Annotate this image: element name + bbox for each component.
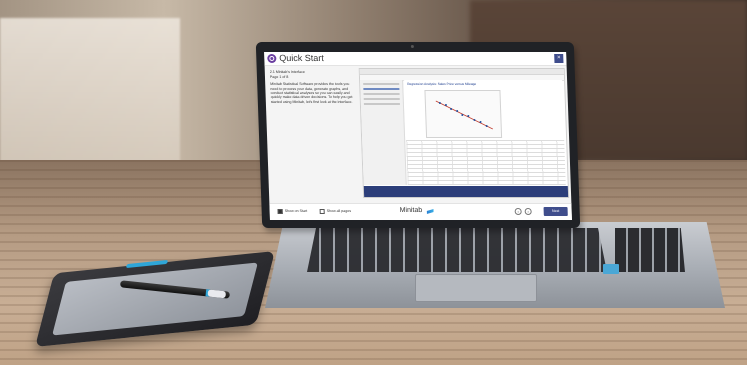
- chevron-left-icon[interactable]: ‹: [514, 208, 522, 215]
- show-all-label: Show all pages: [326, 209, 352, 213]
- interface-screenshot: Regression Analysis: Sales Price versus …: [358, 68, 570, 198]
- screenshot-statusbar: [363, 186, 569, 197]
- data-point: [485, 125, 488, 127]
- show-all-checkbox[interactable]: [319, 209, 325, 214]
- quick-start-header: Quick Start ×: [264, 52, 567, 66]
- minitab-brand: Minitab: [399, 207, 423, 214]
- navigator-item: [363, 103, 400, 105]
- output-heading: Regression Analysis: Sales Price versus …: [407, 82, 477, 86]
- laptop-lid: Quick Start × 2.1 Minitab's Interface Pa…: [255, 42, 581, 228]
- data-point: [473, 119, 476, 121]
- keyboard: [307, 228, 607, 272]
- minitab-logo-icon: [427, 209, 434, 214]
- quick-start-logo-icon: [267, 54, 277, 63]
- screenshot-output-pane: Regression Analysis: Sales Price versus …: [404, 80, 565, 138]
- fitted-line-plot-graphic: [435, 100, 493, 130]
- webcam: [410, 45, 414, 48]
- data-point: [438, 102, 441, 104]
- navigator-item: [363, 88, 400, 90]
- fitted-line-plot: [424, 90, 503, 138]
- screenshot-worksheet: [406, 140, 566, 185]
- chevron-right-icon[interactable]: ›: [524, 208, 532, 215]
- quick-start-title: Quick Start: [279, 53, 325, 63]
- navigator-item: [363, 98, 400, 100]
- quick-start-text-panel: 2.1 Minitab's Interface Page 1 of 8 Mini…: [270, 70, 357, 104]
- navigator-item: [363, 83, 400, 85]
- navigator-item: [363, 93, 400, 95]
- tablet-surface: [52, 262, 258, 336]
- numeric-keypad: [615, 228, 685, 272]
- laptop-screen: Quick Start × 2.1 Minitab's Interface Pa…: [264, 52, 572, 220]
- screenshot-navigator: [360, 80, 407, 185]
- quick-start-footer: Show on Start Show all pages Minitab ‹ ›…: [269, 203, 572, 220]
- next-button[interactable]: Next: [543, 207, 568, 216]
- photo-scene: Quick Start × 2.1 Minitab's Interface Pa…: [0, 0, 747, 365]
- laptop-sticker: [603, 264, 619, 274]
- laptop-base: [265, 222, 725, 308]
- data-point: [450, 108, 453, 110]
- touchpad: [415, 274, 537, 302]
- show-on-startup-label: Show on Start: [284, 209, 308, 213]
- show-on-startup-checkbox[interactable]: [277, 209, 283, 214]
- close-icon[interactable]: ×: [554, 54, 564, 63]
- page-indicator: Page 1 of 8: [269, 74, 289, 79]
- fit-line: [435, 100, 493, 130]
- background-window: [0, 18, 180, 168]
- data-point: [456, 110, 459, 112]
- intro-paragraph: Minitab Statistical Software provides th…: [270, 82, 353, 104]
